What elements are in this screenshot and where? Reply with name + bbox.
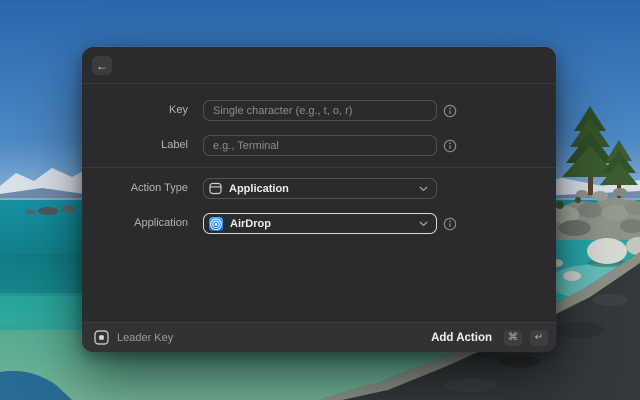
application-window-icon [209, 182, 222, 195]
chevron-down-icon [419, 186, 428, 192]
airdrop-icon [209, 217, 223, 231]
action-type-dropdown[interactable]: Application [203, 178, 437, 199]
return-key-icon: ↵ [530, 330, 548, 346]
label-field-label: Label [82, 135, 188, 156]
action-type-label: Action Type [82, 178, 188, 199]
back-button[interactable]: ← [92, 56, 112, 75]
command-key-icon: ⌘ [504, 330, 522, 346]
footer-brand: Leader Key [94, 330, 423, 345]
key-input[interactable] [203, 100, 437, 121]
leader-key-logo-icon [94, 330, 109, 345]
action-type-value: Application [229, 183, 412, 195]
application-value: AirDrop [230, 218, 412, 230]
add-action-button[interactable]: Add Action [431, 332, 492, 344]
label-info-icon[interactable] [443, 139, 457, 153]
key-field-label: Key [82, 100, 188, 121]
label-input[interactable] [203, 135, 437, 156]
application-dropdown[interactable]: AirDrop [203, 213, 437, 234]
window-footer: Leader Key Add Action ⌘ ↵ [82, 322, 556, 352]
application-info-icon[interactable] [443, 217, 457, 231]
chevron-down-icon [419, 221, 428, 227]
back-arrow-icon: ← [96, 60, 108, 72]
form-section-divider [82, 167, 556, 168]
application-label: Application [82, 213, 188, 234]
footer-app-name: Leader Key [117, 332, 173, 344]
key-info-icon[interactable] [443, 104, 457, 118]
leader-key-action-dialog: ← Key Label Action Type Application [82, 47, 556, 352]
window-titlebar[interactable]: ← [82, 47, 556, 84]
